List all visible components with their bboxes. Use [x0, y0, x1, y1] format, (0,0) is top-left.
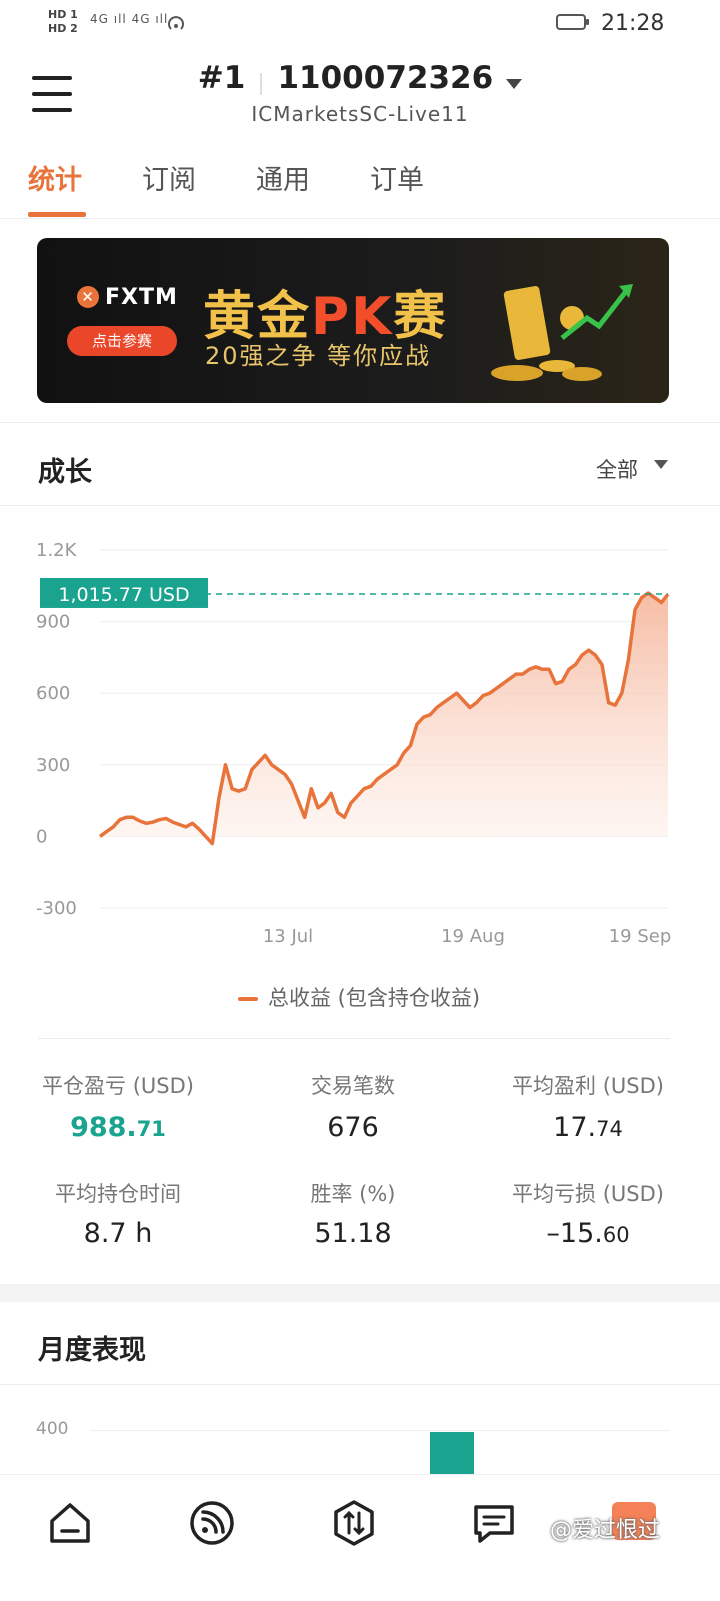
stat-label: 平均盈利 (USD)	[512, 1074, 664, 1098]
stat-label: 胜率 (%)	[310, 1182, 396, 1206]
monthly-bar	[430, 1432, 474, 1476]
brand-label: FXTM	[105, 285, 178, 310]
banner-subtitle: 20强之争 等你应战	[205, 342, 432, 370]
stat-value-main: –15.	[546, 1218, 603, 1249]
y-tick-label: 1.2K	[36, 540, 78, 561]
legend-label: 总收益 (包含持仓收益)	[268, 986, 481, 1010]
section-band	[0, 1284, 720, 1302]
sim1-label: HD 1	[48, 8, 78, 21]
trade-icon[interactable]	[330, 1499, 378, 1547]
chevron-down-icon	[506, 78, 523, 89]
chevron-down-icon[interactable]	[654, 460, 668, 469]
clock: 21:28	[601, 11, 665, 36]
sim2-label: HD 2	[48, 22, 78, 35]
stat-value: 8.7 h	[0, 1218, 238, 1249]
tab-orders[interactable]: 订单	[370, 158, 424, 197]
y-tick-label: 600	[36, 683, 70, 704]
stat-value-main: 51.18	[314, 1218, 392, 1249]
current-value-label: 1,015.77 USD	[58, 584, 189, 606]
chart-legend: 总收益 (包含持仓收益)	[238, 982, 480, 1012]
account-number: #1	[197, 60, 246, 96]
stat-value: 988.71	[0, 1112, 238, 1143]
section-divider	[38, 1038, 670, 1039]
stat-value: 17.74	[468, 1112, 708, 1143]
stat-value-main: 676	[327, 1112, 379, 1143]
stat-label: 交易笔数	[311, 1074, 395, 1098]
stat-label: 平均持仓时间	[55, 1182, 181, 1206]
stat-label: 平均亏损 (USD)	[512, 1182, 664, 1206]
account-id: 1100072326	[277, 60, 494, 96]
stat-label: 平仓盈亏 (USD)	[42, 1074, 194, 1098]
x-tick-label: 19 Aug	[441, 926, 505, 947]
stat-value: –15.60	[468, 1218, 708, 1249]
tab-indicator	[28, 212, 86, 217]
y-tick-label: 300	[36, 755, 70, 776]
stat-value-main: 988.	[70, 1112, 137, 1143]
stat-value: 51.18	[233, 1218, 473, 1249]
join-button[interactable]: 点击参赛	[67, 326, 177, 356]
tab-bar: 统计 订阅 通用 订单	[0, 158, 720, 219]
y-tick-label: 0	[36, 826, 47, 847]
tab-general[interactable]: 通用	[256, 158, 310, 197]
legend-swatch	[238, 997, 258, 1001]
stat-value-decimals: 74	[596, 1117, 623, 1141]
server-name: ICMarketsSC-Live11	[251, 102, 469, 126]
promo-banner[interactable]: ✕ FXTM 点击参赛 黄金PK赛 20强之争 等你应战	[37, 238, 669, 403]
tab-subscribe[interactable]: 订阅	[142, 158, 196, 197]
monthly-y-tick: 400	[36, 1419, 69, 1439]
stat-value: 676	[233, 1112, 473, 1143]
stat-value-main: 8.7 h	[83, 1218, 153, 1249]
section-divider	[0, 1384, 720, 1385]
gold-coins-icon	[487, 278, 637, 388]
news-icon[interactable]	[470, 1499, 518, 1547]
sim-indicator: HD 1 HD 2	[48, 8, 78, 36]
section-divider	[0, 422, 720, 423]
home-icon[interactable]	[46, 1499, 94, 1547]
x-tick-label: 19 Sep	[609, 926, 672, 947]
growth-chart: 1.2K 900 600 300 0 -300 13 Jul 19 Aug 19 Sep 1,01…	[36, 540, 672, 947]
signal-icon: 4G ıll 4G ıll	[90, 12, 169, 26]
y-tick-label: 900	[36, 612, 70, 633]
watermark: @爱过恨过	[550, 1518, 661, 1543]
stat-value-main: 17.	[553, 1112, 597, 1143]
y-tick-label: -300	[36, 898, 77, 919]
fxtm-logo: ✕ FXTM	[77, 285, 178, 310]
tab-stats[interactable]: 统计	[28, 158, 82, 197]
section-divider	[0, 505, 720, 506]
series-area	[100, 593, 668, 844]
stat-value-decimals: 71	[136, 1117, 166, 1141]
range-filter[interactable]: 全部	[596, 454, 638, 484]
feed-icon[interactable]	[188, 1499, 236, 1547]
hotspot-icon	[166, 14, 186, 38]
menu-icon[interactable]	[32, 76, 72, 112]
monthly-gridline	[90, 1430, 670, 1431]
stat-value-decimals: 60	[602, 1223, 630, 1247]
growth-title: 成长	[38, 457, 92, 488]
battery-icon	[556, 14, 589, 30]
status-bar: HD 1 HD 2 4G ıll 4G ıll 21:28	[0, 0, 720, 48]
monthly-title: 月度表现	[38, 1335, 146, 1366]
x-tick-label: 13 Jul	[263, 926, 313, 947]
account-selector[interactable]: #1 1100072326 ICMarketsSC-Live11	[150, 60, 570, 126]
